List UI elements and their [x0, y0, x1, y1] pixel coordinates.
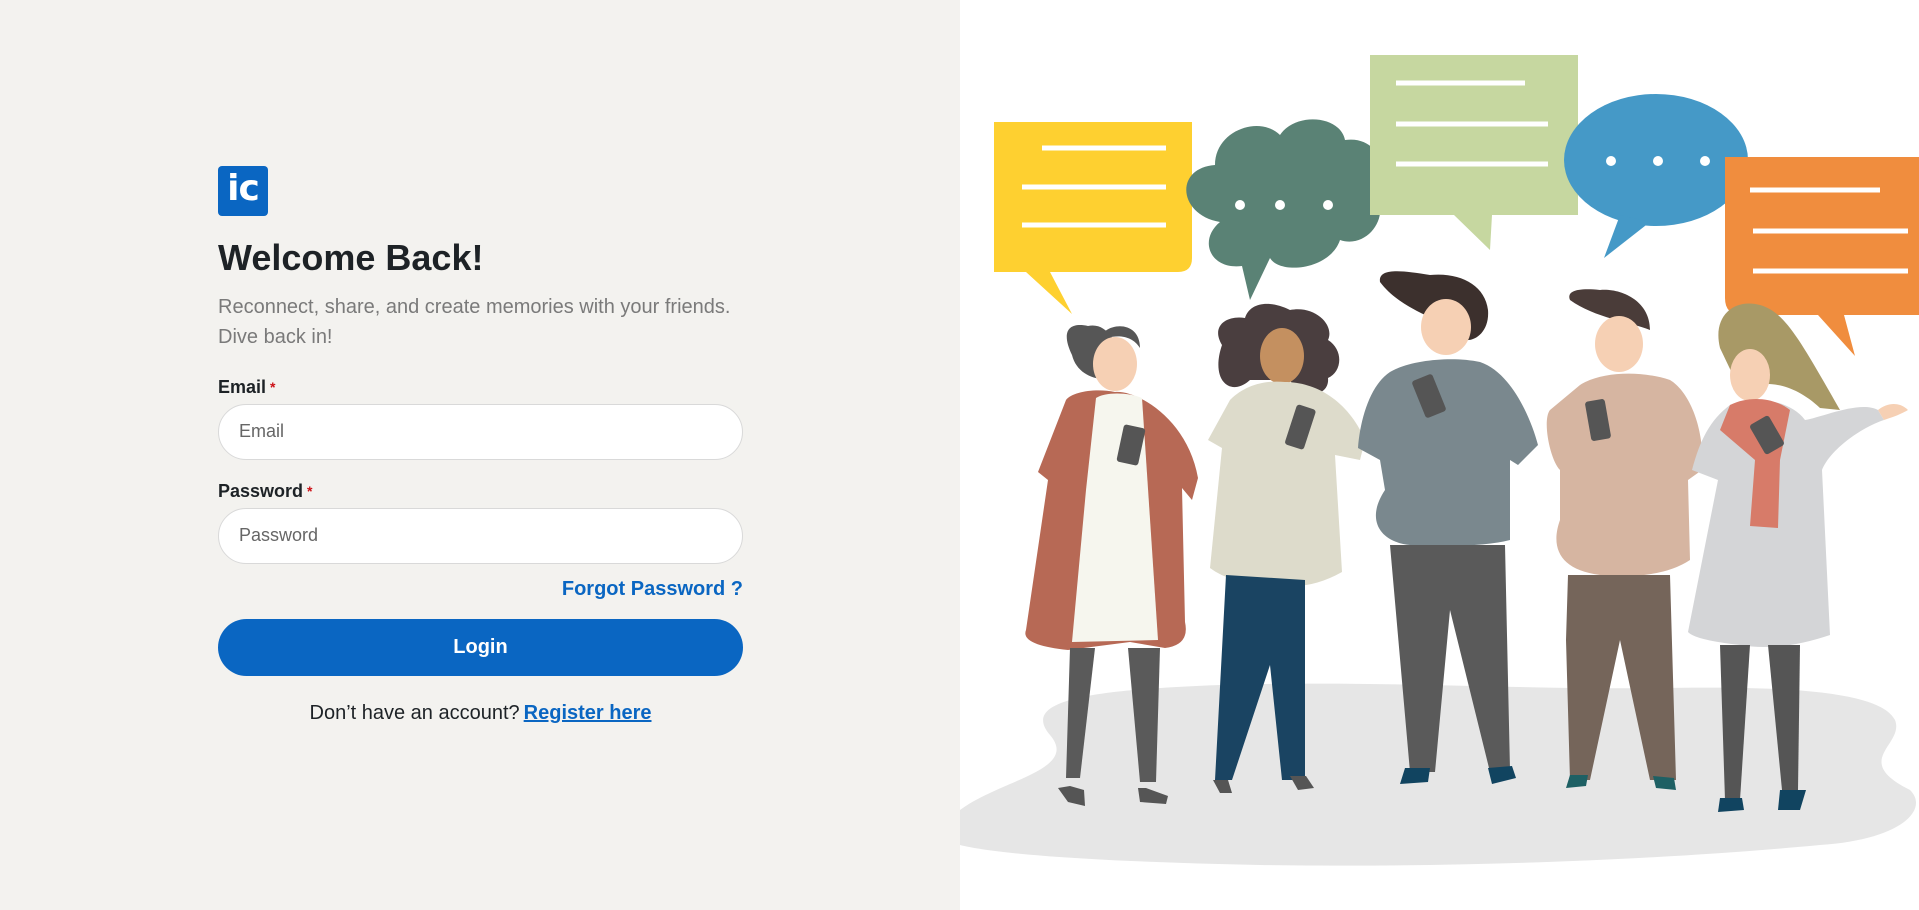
forgot-password-row: Forgot Password ? — [218, 578, 743, 601]
login-form-container: ic Welcome Back! Reconnect, share, and c… — [218, 166, 743, 725]
people-chatting-illustration — [960, 55, 1919, 866]
speech-bubble-light-green — [1370, 55, 1578, 250]
email-label: Email * — [218, 376, 743, 398]
email-field[interactable] — [218, 403, 743, 460]
page-subtitle: Reconnect, share, and create memories wi… — [218, 295, 731, 348]
login-button[interactable]: Login — [218, 618, 743, 676]
thought-bubble-green — [1186, 119, 1382, 300]
register-prompt: Don’t have an account? Register here — [218, 702, 743, 725]
password-label-text: Password — [218, 480, 304, 501]
password-label: Password * — [218, 480, 743, 502]
password-field[interactable] — [218, 507, 743, 564]
register-link[interactable]: Register here — [524, 702, 652, 724]
app-logo: ic — [218, 166, 268, 216]
login-panel: ic Welcome Back! Reconnect, share, and c… — [0, 0, 960, 910]
login-form: Email* Password* Forgot Password ? Login — [218, 376, 743, 676]
speech-bubble-blue — [1564, 94, 1748, 258]
forgot-password-link[interactable]: Forgot Password ? — [562, 578, 743, 600]
login-page: ic Welcome Back! Reconnect, share, and c… — [0, 0, 1919, 910]
email-label-text: Email — [218, 376, 267, 397]
no-account-text: Don’t have an account? — [309, 701, 520, 724]
speech-bubble-yellow — [994, 122, 1192, 314]
illustration-panel — [960, 0, 1919, 910]
required-marker: * — [270, 378, 276, 395]
page-title: Welcome Back! — [218, 237, 484, 278]
required-marker: * — [307, 482, 313, 499]
